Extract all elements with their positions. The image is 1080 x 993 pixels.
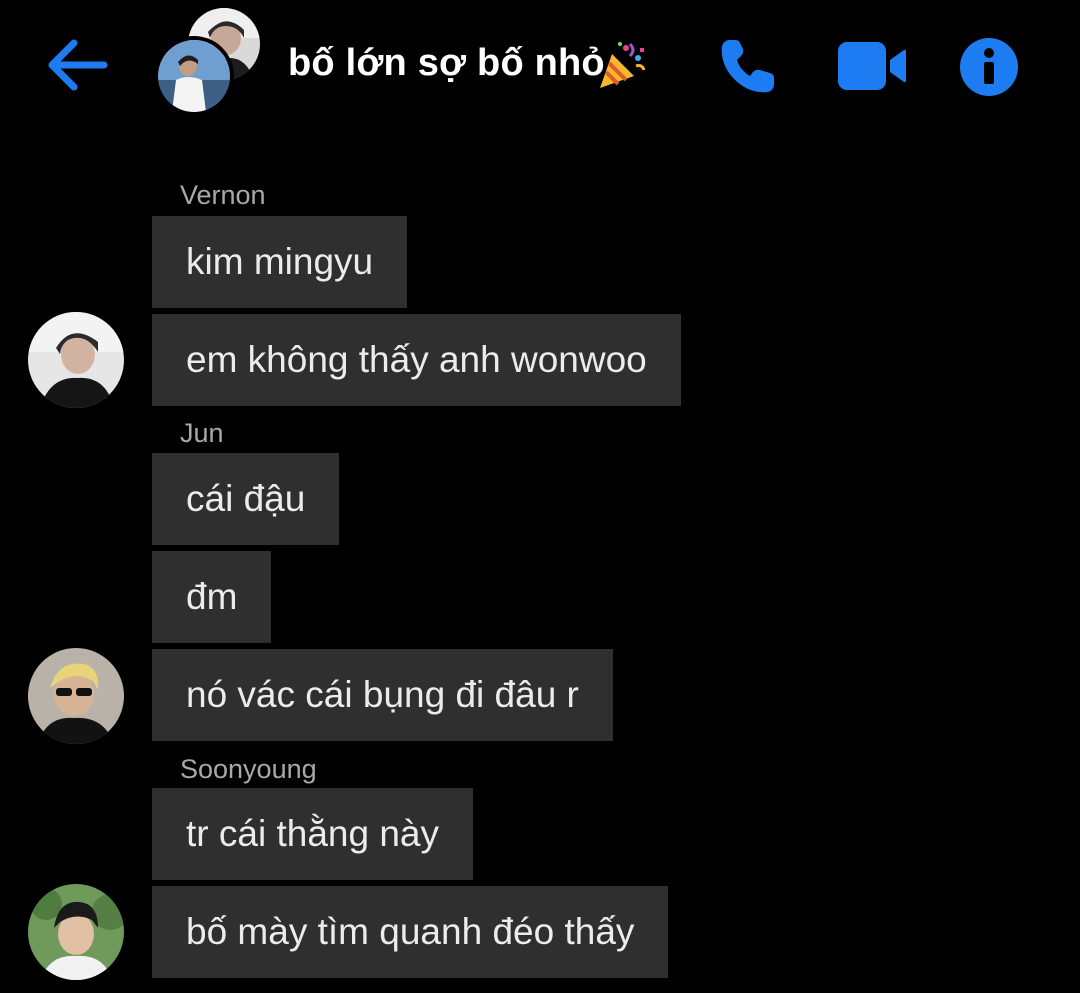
avatar-soonyoung[interactable] [28,884,124,980]
group-avatar[interactable] [154,8,264,116]
message-bubble[interactable]: kim mingyu [152,216,408,308]
avatar-jun[interactable] [28,648,124,744]
party-popper-icon [596,40,646,92]
back-arrow-icon[interactable] [44,34,110,96]
message-bubble[interactable]: tr cái thằng này [152,788,473,880]
sender-name-vernon: Vernon [180,180,266,210]
phone-icon[interactable] [716,34,780,98]
message-bubble[interactable]: cái đậu [152,453,340,545]
message-bubble[interactable]: bố mày tìm quanh đéo thấy [152,886,669,978]
message-bubble[interactable]: nó vác cái bụng đi đâu r [152,649,613,741]
info-icon[interactable] [958,36,1020,98]
member-avatar-front [154,36,234,116]
chat-title[interactable]: bố lớn sợ bố nhỏ [288,42,605,85]
sender-name-soonyoung: Soonyoung [180,754,317,784]
video-camera-icon[interactable] [836,40,908,92]
avatar-vernon[interactable] [28,312,124,408]
message-bubble[interactable]: đm [152,551,272,643]
sender-name-jun: Jun [180,418,224,448]
message-bubble[interactable]: em không thấy anh wonwoo [152,314,681,406]
chat-screen: bố lớn sợ bố nhỏ Vernon kim mingyu em kh… [0,0,1080,993]
